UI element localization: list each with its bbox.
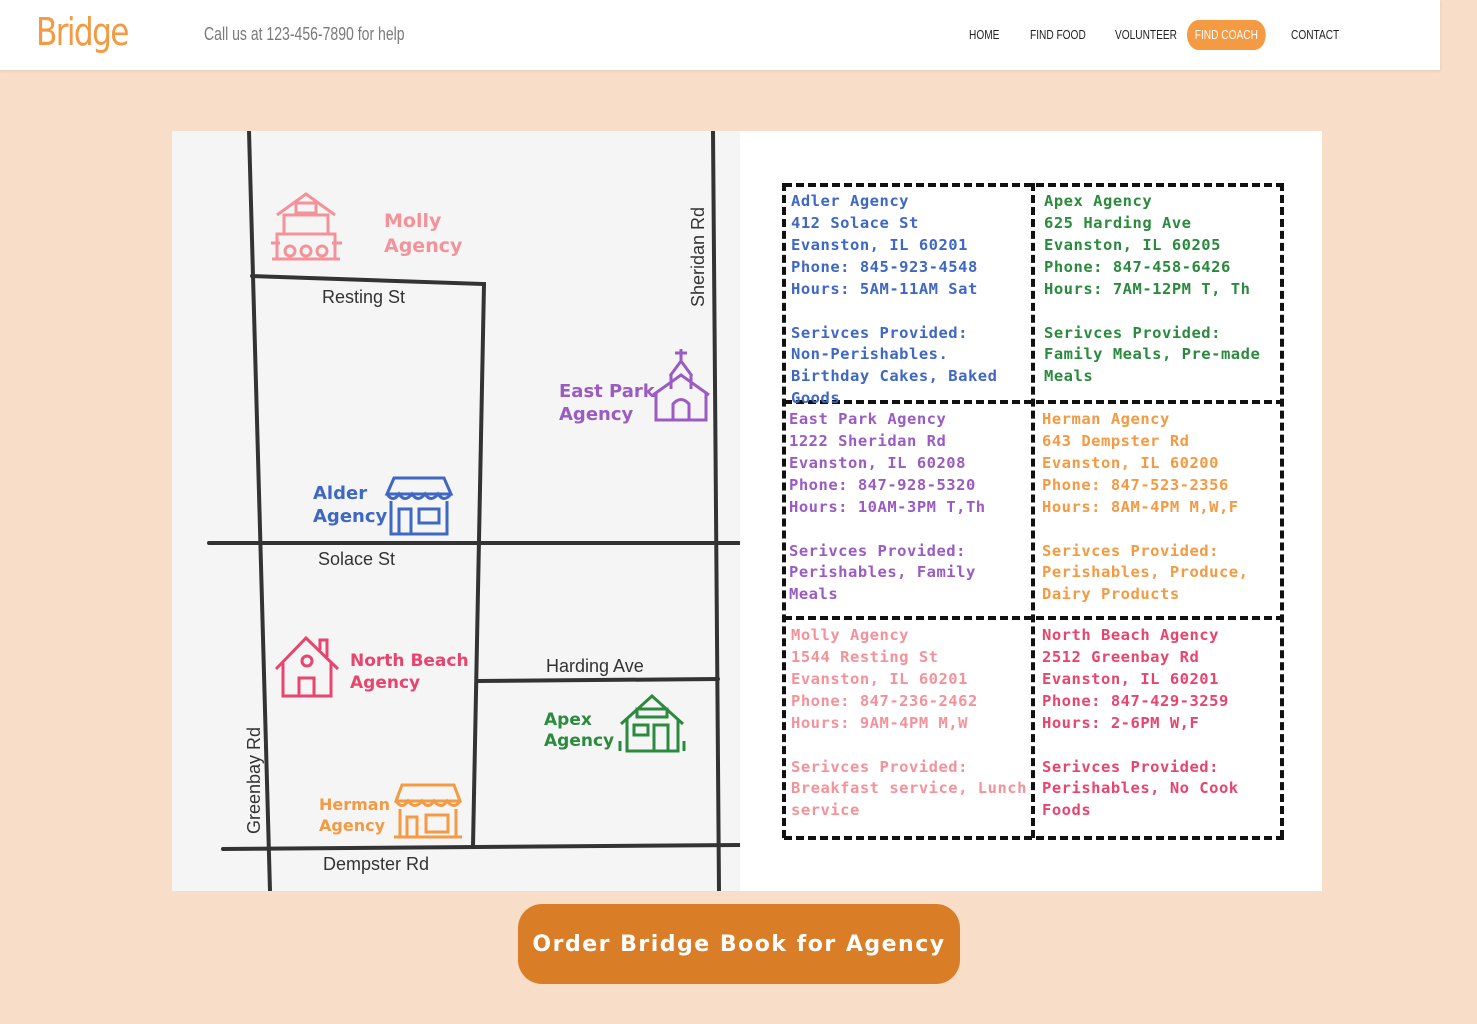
agency-entry-apex[interactable]: Apex Agency 625 Harding Ave Evanston, IL… (1044, 191, 1289, 388)
sheridan-road-line (711, 131, 721, 891)
agency-services-label: Serivces Provided: (789, 541, 966, 560)
agency-city: Evanston, IL 60208 (789, 453, 966, 472)
agency-entry-adler[interactable]: Adler Agency 412 Solace St Evanston, IL … (791, 191, 1036, 410)
street-label-sheridan: Sheridan Rd (688, 207, 708, 307)
agency-name: Herman Agency (1042, 410, 1170, 428)
agency-phone: Phone: 847-429-3259 (1042, 691, 1229, 710)
agency-grid: Adler Agency 412 Solace St Evanston, IL … (782, 183, 1287, 840)
agency-name: Molly Agency (791, 626, 909, 644)
nav-home[interactable]: HOME (969, 20, 999, 50)
map-label-molly-2: Agency (384, 235, 463, 257)
main-nav: HOME FIND FOOD VOLUNTEER FIND COACH CONT… (0, 20, 1440, 50)
agency-address: 2512 Greenbay Rd (1042, 647, 1200, 666)
agency-services-label: Serivces Provided: (1042, 541, 1219, 560)
agency-card: Resting St Solace St Harding Ave Dempste… (172, 131, 1322, 891)
storefront-icon[interactable] (384, 476, 454, 536)
harding-avenue-line (476, 677, 720, 683)
map-label-north-beach-1: North Beach (350, 651, 469, 671)
street-label-greenbay: Greenbay Rd (244, 727, 264, 834)
map-label-east-park-1: East Park (559, 381, 656, 402)
agency-services: Family Meals, Pre-made Meals (1044, 345, 1261, 386)
agency-phone: Phone: 847-458-6426 (1044, 257, 1231, 276)
agency-services-label: Serivces Provided: (791, 757, 968, 776)
map-drawing: Resting St Solace St Harding Ave Dempste… (207, 131, 740, 891)
agency-hours: Hours: 9AM-4PM M,W (791, 713, 968, 732)
map-label-apex-2: Agency (544, 731, 614, 751)
order-bridge-book-button[interactable]: Order Bridge Book for Agency (518, 904, 960, 984)
agency-address: 1222 Sheridan Rd (789, 431, 947, 450)
grid-border-left (782, 183, 786, 838)
agency-hours: Hours: 2-6PM W,F (1042, 713, 1200, 732)
agency-address: 412 Solace St (791, 213, 919, 232)
map-label-apex-1: Apex (544, 710, 592, 730)
agency-services-label: Serivces Provided: (1042, 757, 1219, 776)
agency-name: North Beach Agency (1042, 626, 1219, 644)
agency-services: Non-Perishables. Birthday Cakes, Baked G… (791, 345, 998, 408)
agency-entry-east-park[interactable]: East Park Agency 1222 Sheridan Rd Evanst… (789, 409, 1034, 606)
nav-find-food[interactable]: FIND FOOD (1030, 20, 1086, 50)
agency-city: Evanston, IL 60201 (791, 235, 968, 254)
nav-volunteer[interactable]: VOLUNTEER (1115, 20, 1177, 50)
house-icon[interactable] (618, 693, 686, 753)
agency-address: 625 Harding Ave (1044, 213, 1192, 232)
agency-services: Perishables, No Cook Foods (1042, 779, 1239, 820)
agency-name: Adler Agency (791, 192, 909, 210)
agency-city: Evanston, IL 60201 (1042, 669, 1219, 688)
street-label-dempster: Dempster Rd (323, 854, 429, 874)
map-label-alder-2: Agency (313, 506, 388, 527)
agency-hours: Hours: 7AM-12PM T, Th (1044, 279, 1251, 298)
agency-city: Evanston, IL 60205 (1044, 235, 1221, 254)
nav-find-coach[interactable]: FIND COACH (1187, 20, 1266, 50)
map-label-alder-1: Alder (313, 483, 367, 504)
agency-city: Evanston, IL 60200 (1042, 453, 1219, 472)
dempster-road-line (221, 843, 740, 851)
agency-map: Resting St Solace St Harding Ave Dempste… (172, 131, 740, 891)
market-stall-icon[interactable] (393, 783, 463, 839)
agency-phone: Phone: 845-923-4548 (791, 257, 978, 276)
agency-city: Evanston, IL 60201 (791, 669, 968, 688)
agency-hours: Hours: 10AM-3PM T,Th (789, 497, 986, 516)
agency-entry-herman[interactable]: Herman Agency 643 Dempster Rd Evanston, … (1042, 409, 1287, 606)
map-label-herman-1: Herman (319, 795, 390, 814)
agency-hours: Hours: 8AM-4PM M,W,F (1042, 497, 1239, 516)
nav-contact[interactable]: CONTACT (1291, 20, 1339, 50)
agency-services-label: Serivces Provided: (1044, 323, 1221, 342)
agency-address: 1544 Resting St (791, 647, 939, 666)
agency-services: Perishables, Produce, Dairy Products (1042, 563, 1249, 604)
street-label-resting: Resting St (322, 287, 405, 307)
agency-name: Apex Agency (1044, 192, 1153, 210)
street-label-solace: Solace St (318, 549, 395, 569)
agency-services: Breakfast service, Lunch service (791, 779, 1027, 820)
map-label-molly-1: Molly (384, 210, 442, 232)
agency-services-label: Serivces Provided: (791, 323, 968, 342)
agency-hours: Hours: 5AM-11AM Sat (791, 279, 978, 298)
agency-phone: Phone: 847-928-5320 (789, 475, 976, 494)
street-label-harding: Harding Ave (546, 656, 644, 676)
agency-phone: Phone: 847-236-2462 (791, 691, 978, 710)
map-label-north-beach-2: Agency (350, 673, 420, 693)
agency-address: 643 Dempster Rd (1042, 431, 1190, 450)
agency-name: East Park Agency (789, 410, 947, 428)
site-header: Bridge Call us at 123-456-7890 for help … (0, 0, 1440, 70)
agency-entry-molly[interactable]: Molly Agency 1544 Resting St Evanston, I… (791, 625, 1036, 822)
house-hall-icon[interactable] (271, 192, 342, 261)
agency-phone: Phone: 847-523-2356 (1042, 475, 1229, 494)
agency-services: Perishables, Family Meals (789, 563, 976, 604)
map-label-herman-2: Agency (319, 816, 386, 835)
church-icon[interactable] (652, 349, 710, 422)
map-label-east-park-2: Agency (559, 404, 634, 425)
house-icon[interactable] (274, 635, 340, 698)
agency-entry-north-beach[interactable]: North Beach Agency 2512 Greenbay Rd Evan… (1042, 625, 1287, 822)
